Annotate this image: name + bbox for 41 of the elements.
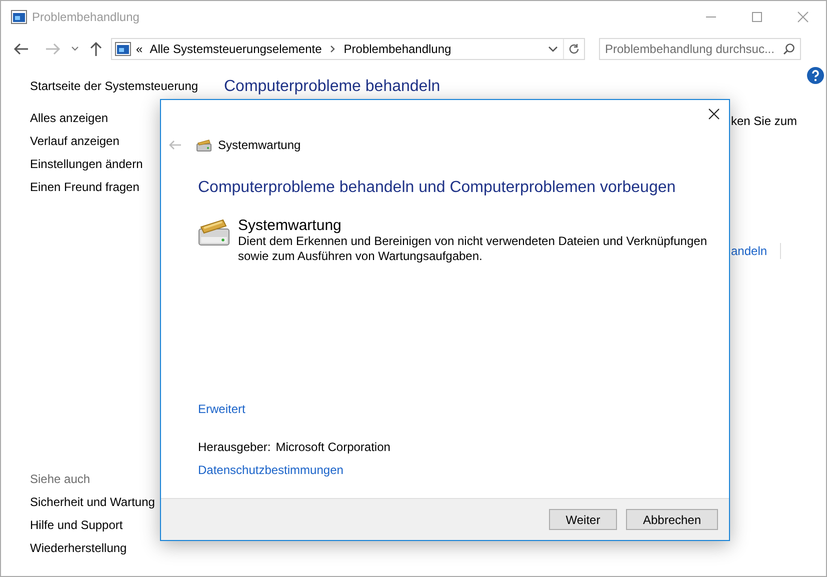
- cancel-button[interactable]: Abbrechen: [626, 509, 718, 530]
- breadcrumb[interactable]: Alle Systemsteuerungselemente: [150, 40, 322, 58]
- dialog-title: Systemwartung: [218, 137, 301, 154]
- refresh-icon[interactable]: [568, 43, 580, 55]
- breadcrumb[interactable]: Problembehandlung: [344, 40, 452, 58]
- sidebar-link[interactable]: Wiederherstellung: [30, 539, 127, 562]
- advanced-link[interactable]: Erweitert: [198, 400, 246, 418]
- help-icon[interactable]: [807, 67, 824, 84]
- page-heading: Computerprobleme behandeln: [224, 77, 440, 97]
- search-icon[interactable]: [783, 43, 795, 55]
- control-panel-icon: [115, 42, 131, 56]
- window-icon: [11, 10, 27, 24]
- up-arrow-icon[interactable]: [89, 41, 103, 57]
- dialog-heading: Computerprobleme behandeln und Computerproblemen vorbeugen: [198, 178, 677, 198]
- sidebar-link[interactable]: Alles anzeigen: [30, 109, 108, 132]
- sidebar-link[interactable]: Sicherheit und Wartung: [30, 493, 155, 516]
- maintenance-icon: [196, 138, 212, 152]
- body-text: ken Sie zum: [731, 113, 798, 130]
- sidebar-link[interactable]: Einstellungen ändern: [30, 155, 143, 178]
- chevron-down-icon[interactable]: [71, 46, 79, 52]
- search-field[interactable]: Problembehandlung durchsuc...: [599, 38, 801, 60]
- window-title: Problembehandlung: [32, 9, 140, 26]
- publisher-name: Microsoft Corporation: [276, 439, 390, 456]
- back-arrow-icon[interactable]: [13, 42, 29, 56]
- close-icon[interactable]: [708, 108, 720, 120]
- privacy-link[interactable]: Datenschutzbestimmungen: [198, 461, 344, 479]
- sidebar-link[interactable]: Hilfe und Support: [30, 516, 123, 539]
- task-link[interactable]: andeln: [731, 242, 768, 260]
- chevron-right-icon[interactable]: [330, 45, 336, 53]
- maintenance-icon: [198, 217, 230, 247]
- chevron-down-icon[interactable]: [548, 46, 558, 52]
- maximize-icon[interactable]: [751, 11, 763, 23]
- publisher-label: Herausgeber:: [198, 439, 271, 456]
- overflow-chevron[interactable]: «: [136, 40, 143, 58]
- sidebar-link[interactable]: Startseite der Systemsteuerung: [30, 77, 211, 101]
- item-description: Dient dem Erkennen und Bereinigen von nicht verwendeten Dateien und Verknüpfungen sowie zum Ausführen von Wartungsaufgaben.: [238, 234, 708, 264]
- next-button[interactable]: Weiter: [549, 509, 617, 530]
- address-bar[interactable]: « Alle Systemsteuerungselemente Problembehandlung: [111, 38, 585, 60]
- item-title[interactable]: Systemwartung: [238, 217, 718, 234]
- sidebar-link[interactable]: Einen Freund fragen: [30, 178, 140, 201]
- sidebar-link[interactable]: Verlauf anzeigen: [30, 132, 120, 155]
